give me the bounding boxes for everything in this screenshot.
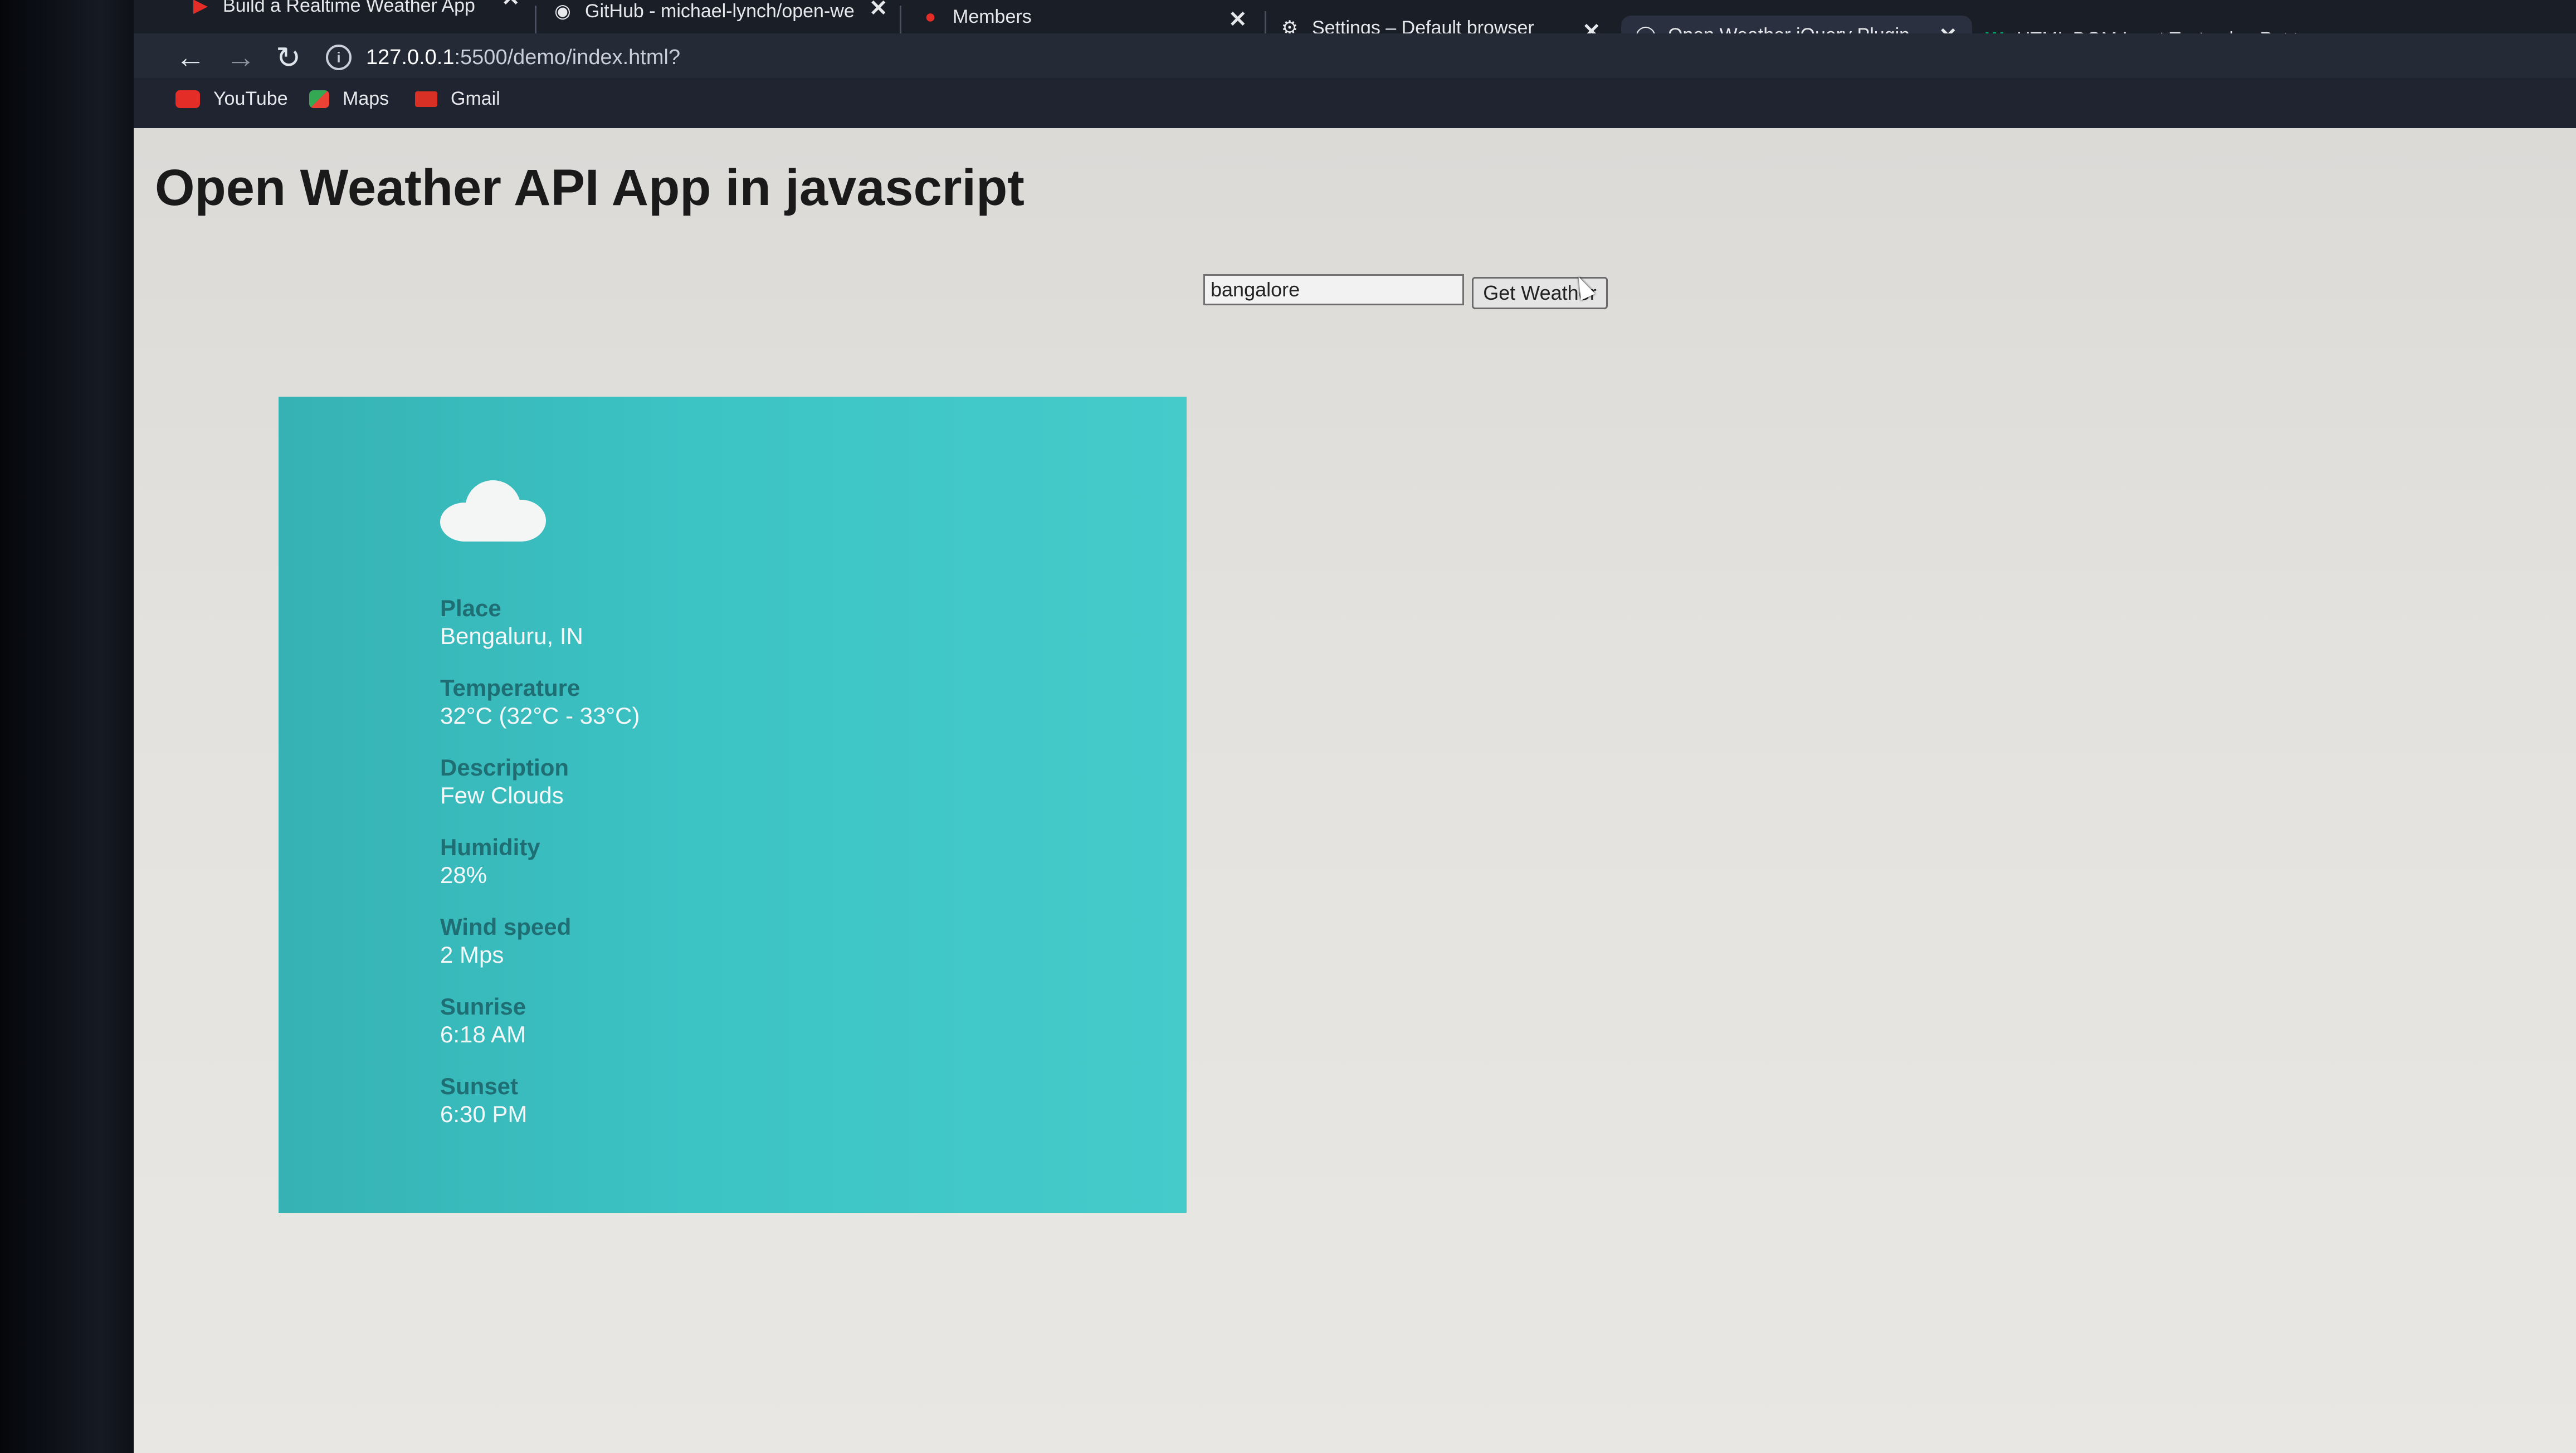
- weather-field-humidity: Humidity 28%: [440, 833, 540, 889]
- weather-field-description: Description Few Clouds: [440, 754, 569, 810]
- field-label: Humidity: [440, 834, 540, 860]
- tab-separator: [900, 6, 901, 33]
- field-value: 2 Mps: [440, 942, 504, 968]
- field-value: Bengaluru, IN: [440, 623, 583, 649]
- cloud-icon: [440, 480, 546, 542]
- bookmark-label: Maps: [343, 88, 389, 109]
- bookmark-youtube[interactable]: YouTube: [175, 88, 288, 110]
- members-icon: ●: [924, 6, 936, 27]
- address-bar[interactable]: i 127.0.0.1 :5500/demo/index.html?: [326, 39, 2220, 76]
- address-path: :5500/demo/index.html?: [454, 45, 681, 69]
- bookmark-maps[interactable]: Maps: [309, 88, 389, 110]
- address-host: 127.0.0.1: [366, 45, 455, 69]
- back-arrow-icon[interactable]: ←: [175, 40, 206, 75]
- field-label: Temperature: [440, 675, 580, 701]
- tab-weather-video[interactable]: ▶ Build a Realtime Weather App U ✕: [189, 0, 524, 22]
- field-label: Place: [440, 595, 501, 621]
- tab-title: Build a Realtime Weather App U: [223, 0, 479, 16]
- info-icon[interactable]: i: [326, 45, 352, 70]
- weather-field-wind-speed: Wind speed 2 Mps: [440, 913, 571, 969]
- weather-field-temperature: Temperature 32°C (32°C - 33°C): [440, 674, 640, 730]
- youtube-icon: [175, 90, 200, 108]
- browser-window: ▶ Build a Realtime Weather App U ✕ ◉ Git…: [0, 0, 2576, 1453]
- gmail-icon: [415, 91, 437, 107]
- weather-field-sunrise: Sunrise 6:18 AM: [440, 993, 526, 1049]
- tab-title: Members: [953, 6, 1032, 27]
- tab-title: GitHub - michael-lynch/open-we: [585, 0, 855, 22]
- field-value: Few Clouds: [440, 782, 564, 808]
- field-value: 32°C (32°C - 33°C): [440, 703, 640, 729]
- bookmark-gmail[interactable]: Gmail: [415, 88, 500, 110]
- weather-card: Place Bengaluru, IN Temperature 32°C (32…: [279, 397, 1187, 1213]
- field-value: 6:30 PM: [440, 1101, 528, 1127]
- forward-arrow-icon[interactable]: →: [226, 40, 256, 75]
- youtube-icon: ▶: [193, 0, 208, 16]
- weather-field-sunset: Sunset 6:30 PM: [440, 1072, 527, 1128]
- bookmark-label: Gmail: [451, 88, 500, 109]
- city-input[interactable]: [1203, 274, 1464, 305]
- close-icon[interactable]: ✕: [1228, 7, 1247, 32]
- field-label: Wind speed: [440, 914, 572, 940]
- github-icon: ◉: [554, 1, 571, 22]
- reload-icon[interactable]: ↻: [276, 40, 301, 75]
- close-icon[interactable]: ✕: [501, 0, 520, 11]
- field-value: 6:18 AM: [440, 1021, 526, 1047]
- weather-field-place: Place Bengaluru, IN: [440, 594, 583, 650]
- tab-separator: [535, 6, 536, 33]
- field-value: 28%: [440, 862, 487, 888]
- bookmark-label: YouTube: [213, 88, 288, 109]
- maps-icon: [309, 90, 329, 108]
- tab-github[interactable]: ◉ GitHub - michael-lynch/open-we ✕: [552, 0, 897, 28]
- tab-members[interactable]: ● Members ✕: [919, 0, 1253, 33]
- field-label: Sunrise: [440, 993, 526, 1020]
- field-label: Description: [440, 754, 569, 781]
- close-icon[interactable]: ✕: [869, 0, 888, 21]
- field-label: Sunset: [440, 1073, 519, 1099]
- page-title: Open Weather API App in javascript: [155, 159, 1024, 216]
